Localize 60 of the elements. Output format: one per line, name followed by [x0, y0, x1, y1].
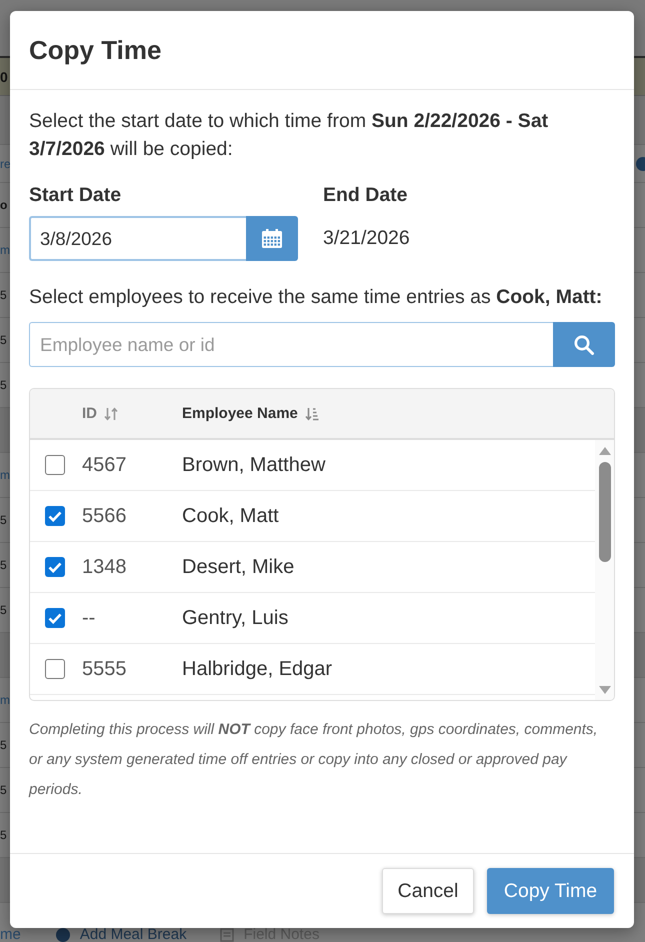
cell-text: 5: [0, 558, 7, 572]
scroll-up-icon[interactable]: [598, 447, 610, 455]
check-icon: [48, 510, 62, 522]
cancel-button[interactable]: Cancel: [382, 868, 474, 914]
cell-text: 5: [0, 513, 7, 527]
end-date-label: End Date: [323, 183, 409, 207]
cell-text: 5: [0, 603, 7, 617]
checkbox[interactable]: [45, 659, 65, 679]
scrollbar-thumb[interactable]: [598, 462, 610, 562]
instruction-text: Select the start date to which time from Sun 2/22/2026 - Sat 3/7/2026 will be copied:: [29, 109, 550, 162]
employee-id: 4567: [82, 453, 126, 477]
employee-id: 1348: [82, 555, 126, 579]
link-text[interactable]: me: [0, 928, 21, 942]
cell-text: 5: [0, 738, 7, 752]
scrollbar-track[interactable]: [595, 440, 614, 700]
scroll-down-icon[interactable]: [598, 686, 610, 694]
employee-name: Desert, Mike: [182, 555, 294, 579]
employee-id: --: [82, 606, 96, 630]
checkbox[interactable]: [45, 455, 65, 475]
employee-name: Halbridge, Edgar: [182, 657, 332, 681]
warning-note: Completing this process will NOT copy face front photos, gps coordinates, comments, or any system generated time off entries or copy into any closed or approved pay periods.: [29, 720, 599, 800]
banner-text: 0: [0, 68, 8, 84]
calendar-button[interactable]: [246, 216, 298, 261]
column-header[interactable]: Employee Name: [182, 404, 319, 422]
link-text[interactable]: re: [0, 156, 11, 170]
employee-name: Gentry, Luis: [182, 606, 288, 630]
calendar-icon: [262, 229, 282, 248]
employee-prompt: Select employees to receive the same time entries as Cook, Matt:: [29, 285, 604, 310]
search-button[interactable]: [553, 322, 615, 367]
link-text[interactable]: m: [0, 693, 10, 707]
cell-text: 5: [0, 378, 7, 392]
employee-id: 5566: [82, 504, 126, 528]
add-meal-break-link[interactable]: Add Meal Break: [80, 928, 187, 942]
employee-search-field[interactable]: Employee name or id: [29, 322, 553, 367]
start-date-field[interactable]: 3/8/2026: [29, 216, 246, 261]
employee-id: 5555: [82, 657, 126, 681]
label-text: o: [0, 198, 8, 212]
cell-text: 5: [0, 828, 7, 842]
checkbox[interactable]: [45, 557, 65, 577]
employee-name: Brown, Matthew: [182, 453, 326, 477]
dialog-title: Copy Time: [29, 35, 162, 65]
check-icon: [48, 562, 62, 572]
cell-text: 5: [0, 288, 7, 302]
document-icon: [220, 928, 234, 942]
end-date-value: 3/21/2026: [323, 226, 411, 251]
employee-name: Cook, Matt: [182, 504, 279, 528]
check-icon: [48, 612, 62, 624]
checkbox[interactable]: [45, 608, 65, 628]
copy-time-button[interactable]: Copy Time: [487, 868, 614, 914]
checkbox[interactable]: [45, 506, 65, 526]
column-header[interactable]: ID: [82, 404, 118, 422]
cell-text: 5: [0, 783, 7, 797]
start-date-label: Start Date: [29, 183, 122, 207]
link-text[interactable]: m: [0, 468, 10, 482]
sort-descending-icon: [304, 406, 319, 420]
cell-text: 5: [0, 333, 7, 347]
link-text[interactable]: m: [0, 243, 10, 257]
circle-icon: [56, 928, 70, 942]
sort-icon: [104, 406, 118, 420]
search-icon: [574, 334, 594, 354]
